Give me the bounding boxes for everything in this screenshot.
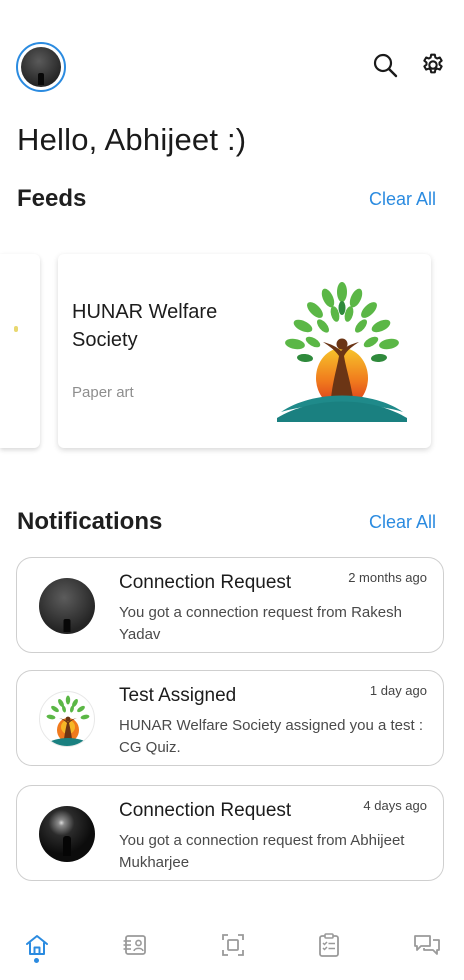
hunar-logo-icon xyxy=(45,695,91,746)
feeds-clear-all-button[interactable]: Clear All xyxy=(369,189,436,210)
notifications-title: Notifications xyxy=(17,508,163,535)
feed-card-previous[interactable] xyxy=(0,254,40,448)
search-icon xyxy=(373,53,398,78)
chat-icon xyxy=(414,935,440,955)
nav-messages[interactable] xyxy=(412,930,442,960)
notification-avatar xyxy=(39,691,95,747)
bottom-nav xyxy=(0,922,464,963)
scan-icon xyxy=(222,934,244,956)
notification-body: You got a connection request from Abhije… xyxy=(119,832,405,871)
notification-avatar xyxy=(39,578,95,634)
feed-org-name: HUNAR Welfare Society xyxy=(72,301,218,351)
hunar-logo-icon xyxy=(277,282,407,422)
feeds-title: Feeds xyxy=(17,185,87,212)
gear-icon xyxy=(423,53,443,74)
notification-heading: Connection Request xyxy=(119,572,292,593)
greeting-text: Hello, Abhijeet :) xyxy=(17,122,247,157)
notification-body: You got a connection request from Rakesh… xyxy=(119,604,402,643)
avatar-image xyxy=(21,47,61,87)
nav-tests[interactable] xyxy=(314,930,344,960)
notification-time: 4 days ago xyxy=(363,798,427,813)
notification-card[interactable]: Connection Request 2 months ago You got … xyxy=(16,557,444,653)
notification-card[interactable]: Test Assigned 1 day ago HUNAR Welfare So… xyxy=(16,670,444,766)
nav-profiles[interactable] xyxy=(120,930,150,960)
top-bar xyxy=(16,40,448,92)
active-indicator xyxy=(34,958,39,963)
notification-time: 2 months ago xyxy=(348,570,427,585)
feed-peek-decoration xyxy=(14,326,18,332)
profile-list-icon xyxy=(123,935,146,955)
notification-avatar xyxy=(39,806,95,862)
notification-heading: Connection Request xyxy=(119,800,292,821)
notification-card[interactable]: Connection Request 4 days ago You got a … xyxy=(16,785,444,881)
notification-heading: Test Assigned xyxy=(119,685,237,706)
notification-body: HUNAR Welfare Society assigned you a tes… xyxy=(119,717,424,756)
home-icon xyxy=(26,935,48,955)
feed-category: Paper art xyxy=(72,384,134,401)
profile-avatar[interactable] xyxy=(16,42,66,92)
search-button[interactable] xyxy=(370,50,400,80)
notification-time: 1 day ago xyxy=(369,683,427,698)
feed-card[interactable]: HUNAR Welfare Society Paper art xyxy=(58,254,431,448)
settings-button[interactable] xyxy=(418,50,448,80)
nav-scan[interactable] xyxy=(218,930,248,960)
nav-home[interactable] xyxy=(22,930,52,960)
checklist-icon xyxy=(319,933,339,957)
notifications-clear-all-button[interactable]: Clear All xyxy=(369,512,436,533)
